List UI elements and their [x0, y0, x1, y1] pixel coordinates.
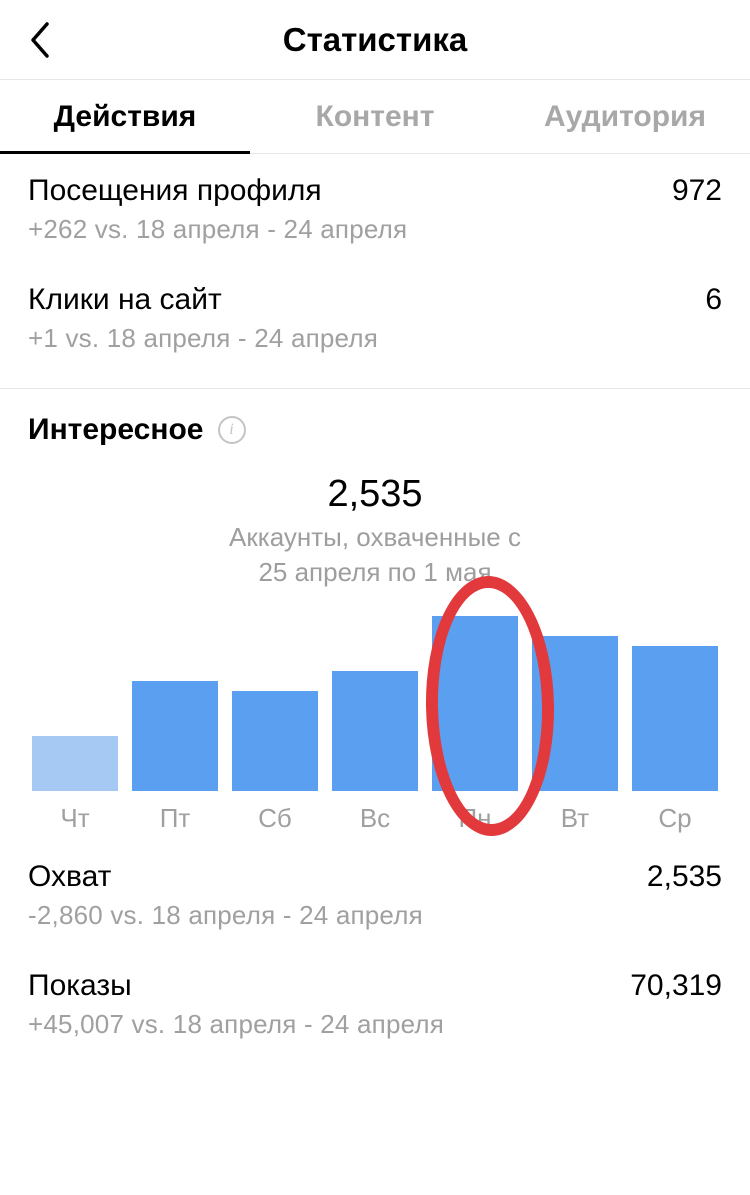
- metric-value: 70,319: [630, 969, 722, 1003]
- metric-profile-visits[interactable]: Посещения профиля 972 +262 vs. 18 апреля…: [28, 174, 722, 245]
- discovery-section: Интересное i 2,535 Аккаунты, охваченные …: [0, 389, 750, 834]
- tab-content[interactable]: Контент: [250, 80, 500, 153]
- page-title: Статистика: [0, 21, 750, 59]
- bottom-metrics: Охват 2,535 -2,860 vs. 18 апреля - 24 ап…: [0, 860, 750, 1040]
- tab-actions[interactable]: Действия: [0, 80, 250, 153]
- bar-label: Сб: [232, 803, 318, 834]
- metric-sub: +1 vs. 18 апреля - 24 апреля: [28, 323, 722, 354]
- metric-value: 6: [705, 283, 722, 317]
- bars: [32, 616, 718, 791]
- metric-reach[interactable]: Охват 2,535 -2,860 vs. 18 апреля - 24 ап…: [28, 860, 722, 931]
- bar[interactable]: [232, 691, 318, 791]
- chart-total: 2,535: [28, 473, 722, 516]
- metric-sub: +262 vs. 18 апреля - 24 апреля: [28, 214, 722, 245]
- bar-label: Вс: [332, 803, 418, 834]
- metric-impressions[interactable]: Показы 70,319 +45,007 vs. 18 апреля - 24…: [28, 969, 722, 1040]
- metric-website-clicks[interactable]: Клики на сайт 6 +1 vs. 18 апреля - 24 ап…: [28, 283, 722, 354]
- metric-label: Показы: [28, 969, 132, 1003]
- bar-label: Вт: [532, 803, 618, 834]
- section-title: Интересное: [28, 413, 204, 447]
- bar[interactable]: [32, 736, 118, 791]
- metric-value: 972: [672, 174, 722, 208]
- bar[interactable]: [332, 671, 418, 791]
- metric-label: Охват: [28, 860, 111, 894]
- bar-label: Пт: [132, 803, 218, 834]
- bar-chart: Чт Пт Сб Вс Пн Вт Ср: [28, 616, 722, 834]
- info-icon[interactable]: i: [218, 416, 246, 444]
- tab-audience[interactable]: Аудитория: [500, 80, 750, 153]
- chart-caption-line: 25 апреля по 1 мая: [258, 557, 491, 587]
- header: Статистика: [0, 0, 750, 80]
- bar-label: Чт: [32, 803, 118, 834]
- metric-sub: -2,860 vs. 18 апреля - 24 апреля: [28, 900, 722, 931]
- chart-header: 2,535 Аккаунты, охваченные с 25 апреля п…: [28, 473, 722, 590]
- metric-label: Клики на сайт: [28, 283, 222, 317]
- back-icon[interactable]: [20, 20, 60, 60]
- bar-labels: Чт Пт Сб Вс Пн Вт Ср: [32, 803, 718, 834]
- tabs: Действия Контент Аудитория: [0, 80, 750, 154]
- chart-caption-line: Аккаунты, охваченные с: [229, 522, 521, 552]
- bar[interactable]: [532, 636, 618, 791]
- bar[interactable]: [632, 646, 718, 791]
- top-metrics: Посещения профиля 972 +262 vs. 18 апреля…: [0, 154, 750, 389]
- bar[interactable]: [432, 616, 518, 791]
- metric-sub: +45,007 vs. 18 апреля - 24 апреля: [28, 1009, 722, 1040]
- bar-label: Пн: [432, 803, 518, 834]
- metric-value: 2,535: [647, 860, 722, 894]
- chart-caption: Аккаунты, охваченные с 25 апреля по 1 ма…: [28, 520, 722, 590]
- bar-label: Ср: [632, 803, 718, 834]
- bar[interactable]: [132, 681, 218, 791]
- metric-label: Посещения профиля: [28, 174, 322, 208]
